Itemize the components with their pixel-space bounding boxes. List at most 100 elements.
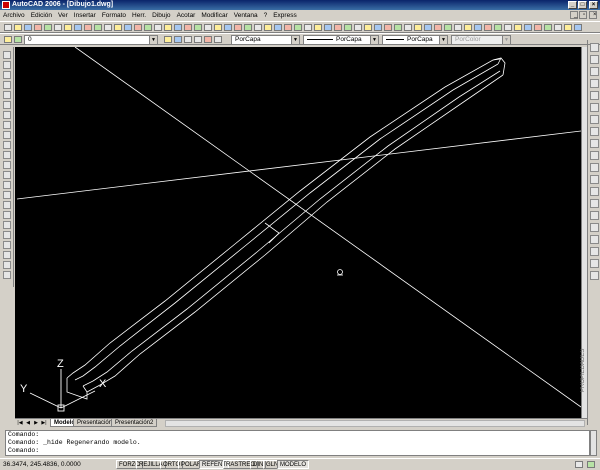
modify-tool-icon[interactable] [590,223,599,232]
toolbar-tool-icon[interactable] [214,24,222,31]
doc-restore-button[interactable]: ▫ [579,11,587,19]
toolbar-tool-icon[interactable] [384,24,392,31]
toolbar-tool-icon[interactable] [184,24,192,31]
toolbar-tool-icon[interactable] [224,24,232,31]
toolbar-tool-icon[interactable] [144,24,152,31]
autocad-app-icon[interactable] [2,1,10,9]
toolbar-tool-icon[interactable] [484,24,492,31]
toolbar-tool-icon[interactable] [114,24,122,31]
last-tab-button[interactable]: ▶| [41,420,47,426]
toolbar-tool-icon[interactable] [154,24,162,31]
toolbar-tool-icon[interactable] [424,24,432,31]
draw-tool-icon[interactable] [3,151,11,159]
toolbar-tool-icon[interactable] [314,24,322,31]
doc-close-button[interactable]: × [589,11,597,19]
layer-previous-icon[interactable] [174,36,182,43]
toolbar-lock-icon[interactable] [587,461,595,468]
modify-tool-icon[interactable] [590,259,599,268]
menu-help[interactable]: ? [261,10,271,21]
menu-modificar[interactable]: Modificar [198,10,230,21]
modify-tool-icon[interactable] [590,271,599,280]
layer-tool-icon[interactable] [184,36,192,43]
modify-tool-icon[interactable] [590,139,599,148]
draw-tool-icon[interactable] [3,221,11,229]
modify-tool-icon[interactable] [590,187,599,196]
menu-express[interactable]: Express [270,10,299,21]
plotstyle-dropdown[interactable]: PorColor ▼ [451,35,511,45]
toolbar-tool-icon[interactable] [284,24,292,31]
toolbar-tool-icon[interactable] [504,24,512,31]
menu-edicion[interactable]: Edición [28,10,55,21]
toolbar-tool-icon[interactable] [234,24,242,31]
toolbar-tool-icon[interactable] [354,24,362,31]
command-prompt[interactable]: Comando: [8,447,589,455]
communication-center-icon[interactable] [575,461,583,468]
toolbar-tool-icon[interactable] [524,24,532,31]
drawing-area[interactable]: Z Y X [15,47,581,418]
draw-tool-icon[interactable] [3,71,11,79]
menu-archivo[interactable]: Archivo [0,10,28,21]
minimize-button[interactable]: _ [568,1,577,9]
modify-tool-icon[interactable] [590,115,599,124]
modify-tool-icon[interactable] [590,103,599,112]
modify-tool-icon[interactable] [590,175,599,184]
draw-tool-icon[interactable] [3,271,11,279]
toolbar-tool-icon[interactable] [274,24,282,31]
toolbar-tool-icon[interactable] [244,24,252,31]
first-tab-button[interactable]: |◀ [17,420,23,426]
menu-formato[interactable]: Formato [99,10,129,21]
draw-tool-icon[interactable] [3,61,11,69]
draw-tool-icon[interactable] [3,181,11,189]
toolbar-tool-icon[interactable] [454,24,462,31]
toolbar-tool-icon[interactable] [574,24,582,31]
toolbar-tool-icon[interactable] [404,24,412,31]
modify-tool-icon[interactable] [590,43,599,52]
status-toggle-modelo[interactable]: MODELO [277,460,310,469]
toolbar-tool-icon[interactable] [494,24,502,31]
toolbar-tool-icon[interactable] [514,24,522,31]
toolbar-tool-icon[interactable] [74,24,82,31]
layer-tool-icon[interactable] [214,36,222,43]
tab-presentacion2[interactable]: Presentación2 [111,419,158,427]
toolbar-tool-icon[interactable] [394,24,402,31]
modify-tool-icon[interactable] [590,247,599,256]
draw-tool-icon[interactable] [3,141,11,149]
modify-tool-icon[interactable] [590,199,599,208]
close-button[interactable]: × [589,1,598,9]
toolbar-tool-icon[interactable] [84,24,92,31]
toolbar-tool-icon[interactable] [414,24,422,31]
toolbar-tool-icon[interactable] [304,24,312,31]
toolbar-tool-icon[interactable] [374,24,382,31]
layer-manager-icon[interactable] [4,36,12,43]
toolbar-tool-icon[interactable] [334,24,342,31]
draw-tool-icon[interactable] [3,161,11,169]
toolbar-tool-icon[interactable] [464,24,472,31]
menu-ventana[interactable]: Ventana [231,10,261,21]
horizontal-scrollbar[interactable] [165,420,585,427]
modify-tool-icon[interactable] [590,211,599,220]
toolbar-tool-icon[interactable] [544,24,552,31]
toolbar-tool-icon[interactable] [44,24,52,31]
draw-tool-icon[interactable] [3,231,11,239]
linetype-dropdown[interactable]: PorCapa ▼ [303,35,379,45]
toolbar-tool-icon[interactable] [134,24,142,31]
draw-tool-icon[interactable] [3,131,11,139]
toolbar-tool-icon[interactable] [174,24,182,31]
toolbar-tool-icon[interactable] [94,24,102,31]
toolbar-tool-icon[interactable] [164,24,172,31]
lineweight-dropdown[interactable]: PorCapa ▼ [382,35,448,45]
modify-tool-icon[interactable] [590,67,599,76]
draw-tool-icon[interactable] [3,111,11,119]
toolbar-tool-icon[interactable] [204,24,212,31]
toolbar-tool-icon[interactable] [104,24,112,31]
toolbar-tool-icon[interactable] [54,24,62,31]
draw-tool-icon[interactable] [3,211,11,219]
next-tab-button[interactable]: ▶ [33,420,39,426]
toolbar-tool-icon[interactable] [14,24,22,31]
draw-tool-icon[interactable] [3,201,11,209]
toolbar-tool-icon[interactable] [124,24,132,31]
toolbar-tool-icon[interactable] [64,24,72,31]
draw-tool-icon[interactable] [3,171,11,179]
modify-tool-icon[interactable] [590,91,599,100]
toolbar-tool-icon[interactable] [4,24,12,31]
